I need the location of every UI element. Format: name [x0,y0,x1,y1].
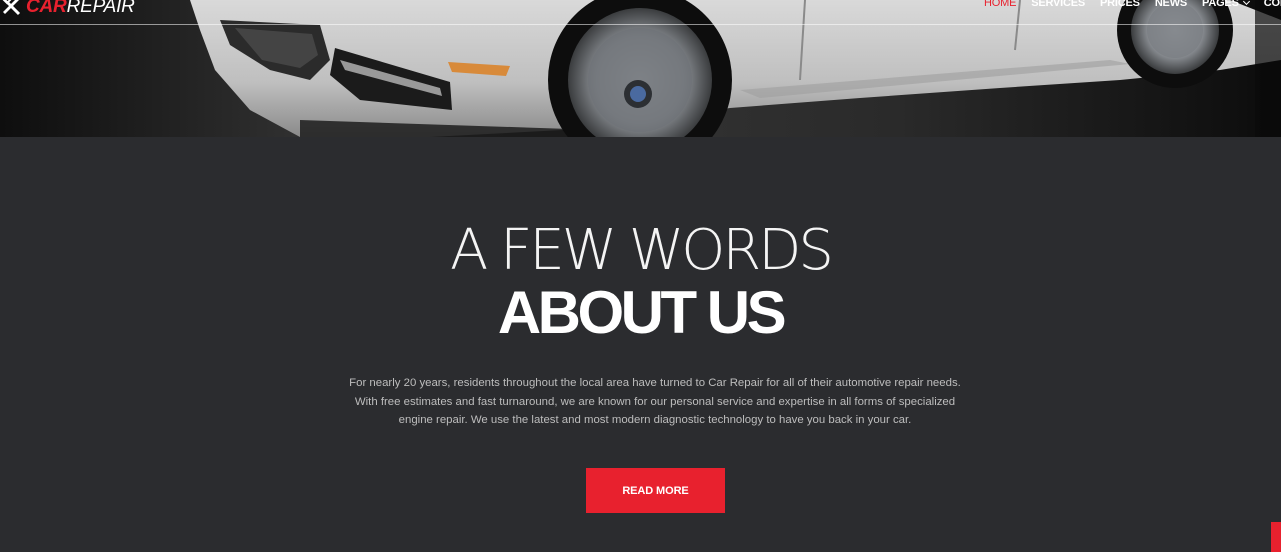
site-header: CARREPAIR HOME SERVICES PRICES NEWS PAGE… [0,0,1281,25]
read-more-button[interactable]: READ MORE [586,468,725,513]
nav-item-news[interactable]: NEWS [1155,0,1187,9]
nav-item-contact-label: CON [1263,0,1281,9]
nav-item-prices[interactable]: PRICES [1100,0,1140,9]
logo-text: CARREPAIR [26,0,135,16]
about-title-bold: ABOUT US [497,279,787,346]
about-paragraph: For nearly 20 years, residents throughou… [330,374,980,430]
about-title-light: A FEW WORDS [450,218,834,283]
logo[interactable]: CARREPAIR [0,0,135,18]
nav-item-services[interactable]: SERVICES [1031,0,1085,9]
wrench-icon [2,0,21,16]
about-paragraph-line: With free estimates and fast turnaround,… [354,395,956,408]
nav-item-news-label: NEWS [1154,0,1188,9]
about-paragraph-line: engine repair. We use the latest and mos… [398,414,912,426]
about-section: A FEW WORDS ABOUT US For nearly 20 years… [0,137,1281,552]
nav-item-home[interactable]: HOME [984,0,1016,9]
nav-item-prices-label: PRICES [1100,0,1140,9]
logo-car: CAR [26,0,67,17]
logo-repair: REPAIR [66,0,135,17]
scroll-to-top-button[interactable] [1271,522,1281,552]
nav-item-services-label: SERVICES [1031,0,1086,9]
nav-item-home-label: HOME [984,0,1017,9]
nav-item-pages[interactable]: PAGES [1202,0,1250,9]
main-nav: HOME SERVICES PRICES NEWS PAGES CON [984,0,1281,9]
nav-item-contact[interactable]: CON [1264,0,1281,9]
nav-item-pages-label: PAGES [1202,0,1239,9]
chevron-down-icon [1242,0,1250,6]
about-paragraph-line: For nearly 20 years, residents throughou… [349,377,961,389]
